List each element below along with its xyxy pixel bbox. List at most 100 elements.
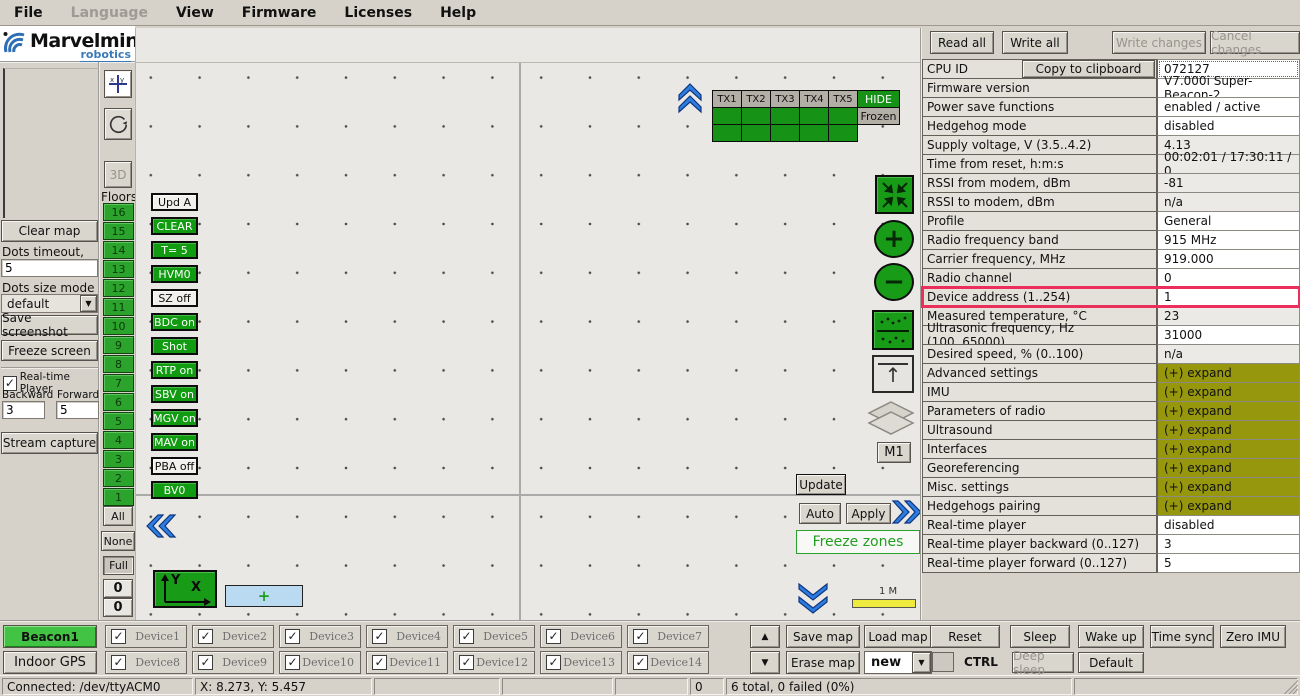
time-sync-button[interactable]: Time sync: [1150, 625, 1214, 648]
map-toggle-button[interactable]: CLEAR: [151, 217, 198, 235]
chevron-right-double-icon[interactable]: [891, 499, 923, 525]
chevron-left-double-icon[interactable]: [145, 513, 177, 539]
device-checkbox[interactable]: ✓: [198, 655, 213, 670]
floor-button[interactable]: 14: [103, 241, 134, 259]
parameter-value[interactable]: V7.000i Super-Beacon-2: [1157, 78, 1300, 98]
parameter-value[interactable]: 0: [1157, 268, 1300, 288]
sleep-button[interactable]: Sleep: [1010, 625, 1070, 648]
parameter-value[interactable]: 915 MHz: [1157, 230, 1300, 250]
auto-button[interactable]: Auto: [799, 503, 841, 524]
read-all-button[interactable]: Read all: [930, 31, 994, 54]
parameter-value[interactable]: disabled: [1157, 116, 1300, 136]
floor-button[interactable]: 6: [103, 393, 134, 411]
tx-cell[interactable]: [828, 124, 858, 142]
floors-all-button[interactable]: All: [103, 506, 133, 526]
follow-up-icon[interactable]: ↑: [872, 355, 914, 393]
map-toggle-button[interactable]: Upd A: [151, 193, 198, 211]
parameter-value[interactable]: disabled: [1157, 515, 1300, 535]
parameter-value[interactable]: 3: [1157, 534, 1300, 554]
dots-timeout-input[interactable]: [1, 259, 98, 277]
device-checkbox[interactable]: ✓: [285, 629, 300, 644]
map-toggle-button[interactable]: Shot: [151, 337, 198, 355]
device-checkbox[interactable]: ✓: [198, 629, 213, 644]
menu-item[interactable]: Licenses: [330, 2, 426, 24]
default-button[interactable]: Default: [1078, 652, 1144, 673]
parameter-value[interactable]: n/a: [1157, 192, 1300, 212]
tx-cell[interactable]: [799, 107, 829, 125]
axis-orientation-icon[interactable]: Y X: [153, 570, 217, 608]
write-all-button[interactable]: Write all: [1002, 31, 1068, 54]
wake-up-button[interactable]: Wake up: [1078, 625, 1144, 648]
floor-button[interactable]: 7: [103, 374, 134, 392]
parameter-value[interactable]: 23: [1157, 306, 1300, 326]
menu-item[interactable]: Firmware: [228, 2, 331, 24]
map-toggle-button[interactable]: SZ off: [151, 289, 198, 307]
device-checkbox[interactable]: ✓: [111, 629, 126, 644]
device-toggle[interactable]: ✓ Device2: [192, 625, 274, 648]
device-checkbox[interactable]: ✓: [633, 629, 648, 644]
floor-button[interactable]: 2: [103, 469, 134, 487]
chevron-down-double-icon[interactable]: [797, 581, 829, 615]
scroll-up-button[interactable]: ▲: [750, 625, 780, 648]
device-toggle[interactable]: ✓ Device4: [366, 625, 448, 648]
freeze-zones-button[interactable]: Freeze zones: [796, 530, 920, 554]
save-map-button[interactable]: Save map: [786, 625, 860, 648]
parameter-value[interactable]: 5: [1157, 553, 1300, 573]
tx-cell[interactable]: [741, 124, 771, 142]
device-checkbox[interactable]: ✓: [459, 655, 474, 670]
fit-to-screen-icon[interactable]: [875, 175, 914, 214]
menu-item[interactable]: Language: [57, 2, 162, 24]
dropdown-arrow-icon[interactable]: ▼: [80, 295, 97, 312]
beacon1-tab[interactable]: Beacon1: [3, 625, 97, 648]
parameter-value[interactable]: 00:02:01 / 17:30:11 / 0: [1157, 154, 1300, 174]
device-toggle[interactable]: ✓ Device8: [105, 651, 187, 674]
device-checkbox[interactable]: ✓: [372, 629, 387, 644]
map-toggle-button[interactable]: SBV on: [151, 385, 198, 403]
parameter-value[interactable]: (+) expand: [1157, 401, 1300, 421]
erase-map-button[interactable]: Erase map: [786, 651, 860, 674]
device-toggle[interactable]: ✓ Device6: [540, 625, 622, 648]
zero-imu-button[interactable]: Zero IMU: [1220, 625, 1286, 648]
reset-button[interactable]: Reset: [930, 625, 1000, 648]
parameter-value[interactable]: (+) expand: [1157, 382, 1300, 402]
floor-button[interactable]: 8: [103, 355, 134, 373]
parameter-value[interactable]: enabled / active: [1157, 97, 1300, 117]
parameter-value[interactable]: (+) expand: [1157, 477, 1300, 497]
zoom-in-icon[interactable]: +: [874, 220, 914, 258]
tx-header-cell[interactable]: TX2: [741, 90, 771, 108]
map-toggle-button[interactable]: MGV on: [151, 409, 198, 427]
parameter-value[interactable]: 919.000: [1157, 249, 1300, 269]
tx-cell[interactable]: [712, 107, 742, 125]
device-toggle[interactable]: ✓ Device11: [366, 651, 448, 674]
floor-button[interactable]: 11: [103, 298, 134, 316]
device-toggle[interactable]: ✓ Device9: [192, 651, 274, 674]
parameter-value[interactable]: (+) expand: [1157, 439, 1300, 459]
apply-button[interactable]: Apply: [846, 503, 891, 524]
indoor-gps-tab[interactable]: Indoor GPS: [3, 651, 97, 674]
device-toggle[interactable]: ✓ Device10: [279, 651, 361, 674]
device-toggle[interactable]: ✓ Device5: [453, 625, 535, 648]
device-toggle[interactable]: ✓ Device7: [627, 625, 709, 648]
tx-header-cell[interactable]: TX3: [770, 90, 800, 108]
write-changes-button[interactable]: Write changes: [1112, 31, 1206, 54]
stream-capture-button[interactable]: Stream capture: [1, 432, 98, 454]
device-checkbox[interactable]: ✓: [546, 629, 561, 644]
device-toggle[interactable]: ✓ Device13: [540, 651, 622, 674]
tx-cell[interactable]: [799, 124, 829, 142]
floor-button[interactable]: 4: [103, 431, 134, 449]
floors-counter-top[interactable]: 0: [103, 579, 133, 598]
parameter-value[interactable]: (+) expand: [1157, 363, 1300, 383]
floor-button[interactable]: 15: [103, 222, 134, 240]
device-checkbox[interactable]: ✓: [633, 655, 648, 670]
rotate-icon[interactable]: [104, 108, 132, 140]
load-map-button[interactable]: Load map: [864, 625, 932, 648]
forward-input[interactable]: [56, 401, 99, 419]
device-checkbox[interactable]: ✓: [285, 655, 300, 670]
dots-display-icon[interactable]: [872, 310, 914, 350]
parameter-value[interactable]: General: [1157, 211, 1300, 231]
tx-cell[interactable]: [828, 107, 858, 125]
tx-cell[interactable]: [741, 107, 771, 125]
floor-button[interactable]: 13: [103, 260, 134, 278]
map-toggle-button[interactable]: RTP on: [151, 361, 198, 379]
device-checkbox[interactable]: ✓: [372, 655, 387, 670]
